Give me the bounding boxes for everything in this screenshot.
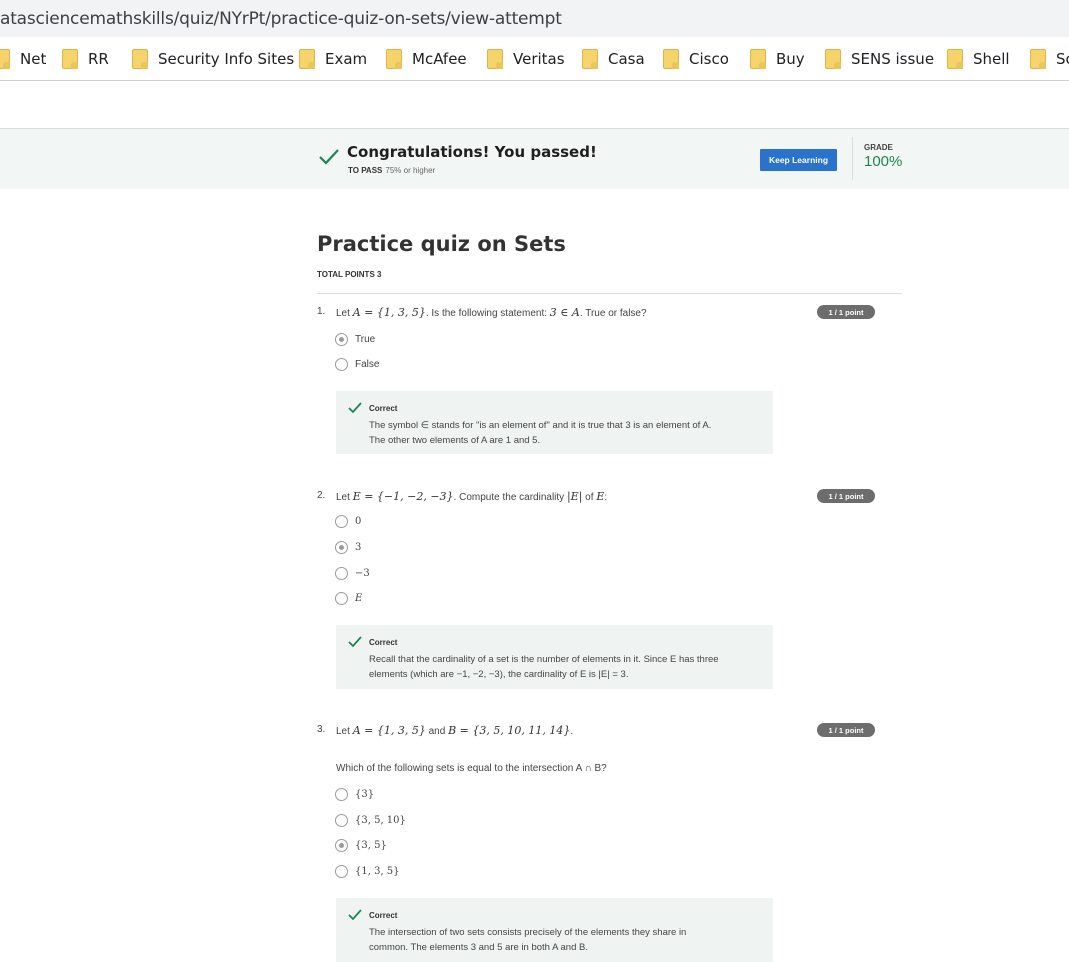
bookmark-cisco[interactable]: Cisco — [663, 48, 729, 70]
bookmark-mcafee[interactable]: McAfee — [386, 48, 467, 70]
folder-icon — [947, 49, 963, 69]
folder-icon — [663, 49, 679, 69]
feedback-text: The intersection of two sets consists pr… — [369, 927, 687, 953]
feedback-label: Correct — [369, 638, 398, 647]
feedback-text: The symbol ∈ stands for "is an element o… — [369, 420, 712, 446]
question-number: 2. — [317, 490, 326, 501]
points-badge: 1 / 1 point — [817, 305, 875, 319]
feedback-label: Correct — [369, 911, 398, 920]
points-badge: 1 / 1 point — [817, 723, 875, 737]
total-points: TOTAL POINTS 3 — [317, 270, 382, 279]
check-icon — [319, 149, 339, 165]
radio-button[interactable] — [335, 357, 348, 371]
option-0[interactable]: 0 — [335, 514, 361, 528]
radio-button-selected[interactable] — [335, 540, 348, 554]
folder-icon — [0, 49, 10, 69]
radio-button-selected[interactable] — [335, 838, 348, 852]
option-set-1-3-5[interactable]: {1, 3, 5} — [335, 864, 400, 878]
bookmark-shell[interactable]: Shell — [947, 48, 1010, 70]
folder-icon — [582, 49, 598, 69]
congratulations-message: Congratulations! You passed! — [347, 143, 597, 161]
feedback-box: Correct Recall that the cardinality of a… — [336, 625, 773, 689]
folder-icon — [750, 49, 766, 69]
keep-learning-button[interactable]: Keep Learning — [760, 149, 837, 171]
folder-icon — [825, 49, 841, 69]
to-pass-requirement: TO PASS 75% or higher — [348, 166, 436, 175]
feedback-box: Correct The intersection of two sets con… — [336, 898, 773, 962]
radio-button[interactable] — [335, 813, 348, 827]
option-3[interactable]: 3 — [335, 540, 361, 554]
check-icon — [348, 636, 362, 648]
folder-icon — [62, 49, 78, 69]
bookmark-net[interactable]: Net — [0, 48, 46, 70]
bookmark-veritas[interactable]: Veritas — [487, 48, 565, 70]
bookmark-sc[interactable]: Sc — [1030, 48, 1069, 70]
radio-button-selected[interactable] — [335, 332, 348, 346]
grade-label: GRADE — [864, 143, 893, 152]
folder-icon — [386, 49, 402, 69]
question-number: 1. — [317, 306, 326, 317]
option-true[interactable]: True — [335, 332, 375, 346]
page-header-space — [0, 82, 1069, 128]
bookmark-sens-issue[interactable]: SENS issue — [825, 48, 934, 70]
feedback-label: Correct — [369, 404, 398, 413]
divider — [317, 293, 902, 294]
quiz-title: Practice quiz on Sets — [317, 232, 566, 256]
grade-value: 100% — [864, 153, 903, 170]
option-set-3[interactable]: {3} — [335, 787, 374, 801]
address-bar[interactable]: atasciencemathskills/quiz/NYrPt/practice… — [0, 0, 1069, 37]
option-e[interactable]: E — [335, 591, 362, 605]
bookmark-casa[interactable]: Casa — [582, 48, 645, 70]
check-icon — [348, 402, 362, 414]
check-icon — [348, 909, 362, 921]
folder-icon — [299, 49, 315, 69]
url-text[interactable]: atasciencemathskills/quiz/NYrPt/practice… — [0, 9, 562, 29]
question-1-text: Let A = {1, 3, 5}. Is the following stat… — [336, 306, 647, 319]
option-minus-3[interactable]: −3 — [335, 566, 370, 580]
passed-banner: Congratulations! You passed! TO PASS 75% … — [0, 128, 1069, 189]
radio-button[interactable] — [335, 864, 348, 878]
radio-button[interactable] — [335, 787, 348, 801]
radio-button[interactable] — [335, 591, 348, 605]
feedback-box: Correct The symbol ∈ stands for "is an e… — [336, 391, 773, 454]
question-3-text: Let A = {1, 3, 5} and B = {3, 5, 10, 11,… — [336, 724, 574, 737]
option-false[interactable]: False — [335, 357, 379, 371]
folder-icon — [487, 49, 503, 69]
divider — [852, 137, 853, 180]
option-set-3-5-10[interactable]: {3, 5, 10} — [335, 813, 406, 827]
points-badge: 1 / 1 point — [817, 489, 875, 503]
folder-icon — [132, 49, 148, 69]
radio-button[interactable] — [335, 514, 348, 528]
question-2-text: Let E = {−1, −2, −3}. Compute the cardin… — [336, 490, 608, 503]
bookmarks-bar: Net RR Security Info Sites Exam McAfee V… — [0, 37, 1069, 81]
bookmark-rr[interactable]: RR — [62, 48, 109, 70]
radio-button[interactable] — [335, 566, 348, 580]
feedback-text: Recall that the cardinality of a set is … — [369, 654, 719, 680]
option-set-3-5[interactable]: {3, 5} — [335, 838, 387, 852]
bookmark-buy[interactable]: Buy — [750, 48, 805, 70]
bookmark-exam[interactable]: Exam — [299, 48, 367, 70]
folder-icon — [1030, 49, 1046, 69]
question-3-subquestion: Which of the following sets is equal to … — [336, 763, 607, 774]
bookmark-security-info-sites[interactable]: Security Info Sites — [132, 48, 294, 70]
question-number: 3. — [317, 724, 326, 735]
